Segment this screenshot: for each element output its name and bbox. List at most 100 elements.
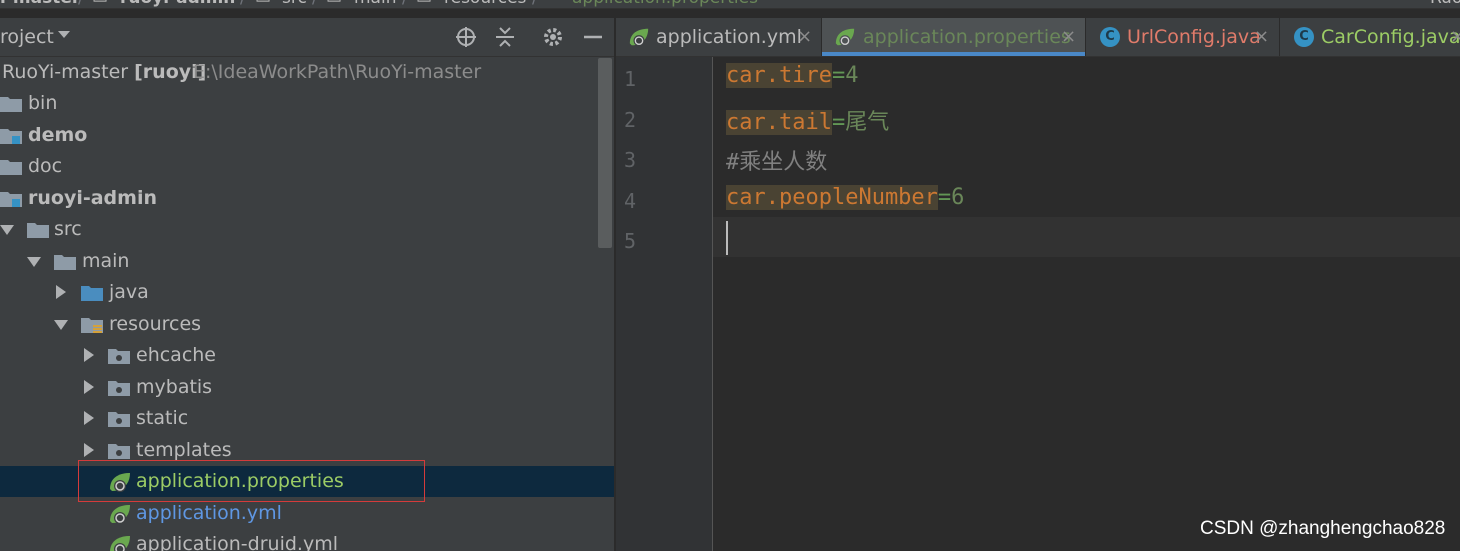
spring-leaf-icon [629, 28, 649, 47]
tree-item-label: doc [28, 155, 63, 177]
tab-carconfig-java[interactable]: C CarConfig.java × [1280, 18, 1460, 56]
breadcrumb-separator: / [402, 0, 408, 8]
breadcrumb-item-resources[interactable]: resources [444, 0, 526, 8]
chevron-down-icon[interactable] [58, 31, 70, 38]
module-folder-icon [0, 192, 22, 207]
tree-item-main[interactable]: main [0, 246, 614, 277]
folder-icon [108, 381, 130, 396]
tree-item-application-druid-yml[interactable]: application-druid.yml [0, 529, 614, 551]
text-cursor [726, 221, 728, 255]
tree-item-doc[interactable]: doc [0, 151, 614, 182]
folder-icon: ▭ [416, 0, 432, 8]
collapse-arrow-icon[interactable] [56, 285, 66, 299]
breadcrumb-separator: / [532, 0, 538, 8]
line-number-gutter: 1 2 3 4 5 [616, 57, 712, 551]
code-editor[interactable]: 1 2 3 4 5 car.tire=4 car.tail=尾气 #乘坐人数 c… [616, 57, 1460, 551]
current-line-highlight [713, 217, 1460, 257]
tree-item-ruoyi-admin[interactable]: ruoyi-admin [0, 183, 614, 214]
folder-icon [108, 444, 130, 459]
close-icon[interactable]: × [797, 26, 812, 47]
breadcrumb-item-src[interactable]: src [282, 0, 307, 8]
gutter-border [712, 57, 713, 551]
tree-item-label: main [82, 250, 130, 272]
tree-item-label: application-druid.yml [136, 533, 338, 551]
class-c-icon: C [1100, 27, 1120, 47]
equals-sign: = [831, 110, 846, 135]
tab-application-yml[interactable]: application.yml × [616, 18, 821, 56]
tree-item-label: src [54, 218, 82, 240]
tree-item-label: ruoyi-admin [28, 187, 157, 209]
expand-arrow-icon[interactable] [27, 257, 41, 267]
breadcrumb-run-config[interactable]: Ruo [1430, 0, 1460, 8]
breadcrumb-item-main[interactable]: main [354, 0, 396, 8]
tree-item-static[interactable]: static [0, 403, 614, 434]
line-number: 1 [624, 67, 637, 91]
target-icon[interactable] [454, 25, 478, 49]
breadcrumb-item-file[interactable]: application.properties [572, 0, 758, 8]
property-key: car.tire [726, 63, 832, 88]
equals-sign: = [937, 185, 952, 210]
code-line-2[interactable]: car.tail=尾气 [726, 104, 889, 136]
tree-item-label: application.yml [136, 502, 282, 524]
tree-item-label: ehcache [136, 344, 216, 366]
code-line-4[interactable]: car.peopleNumber=6 [726, 185, 964, 210]
project-panel: roject RuoYi-master [ruoyi] E:\IdeaWorkP… [0, 18, 614, 551]
tree-item-src[interactable]: src [0, 214, 614, 245]
line-number: 4 [624, 189, 637, 213]
folder-icon [108, 349, 130, 364]
code-line-1[interactable]: car.tire=4 [726, 63, 858, 88]
expand-arrow-icon[interactable] [0, 225, 14, 235]
folder-icon: ▭ [326, 0, 342, 8]
class-c-icon: C [1294, 27, 1314, 47]
collapse-arrow-icon[interactable] [84, 348, 94, 362]
code-line-3[interactable]: #乘坐人数 [726, 144, 827, 176]
tab-application-properties[interactable]: application.properties × [822, 18, 1085, 56]
tree-item-project-root[interactable]: RuoYi-master [ruoyi] E:\IdeaWorkPath\Ruo… [0, 57, 614, 88]
watermark: CSDN @zhanghengchao828 [1200, 518, 1446, 539]
vertical-scrollbar[interactable] [598, 58, 612, 248]
property-value: 尾气 [845, 110, 890, 135]
tab-label: application.properties [863, 26, 1071, 48]
breadcrumb-item-project[interactable]: i-master [0, 0, 80, 8]
line-number: 2 [624, 108, 637, 132]
tree-item-application-yml[interactable]: application.yml [0, 498, 614, 529]
gear-icon[interactable] [541, 25, 565, 49]
tree-item-label: RuoYi-master [ruoyi] [2, 61, 207, 83]
property-value: 6 [951, 185, 965, 210]
property-value: 4 [845, 63, 859, 88]
highlight-annotation-box [78, 460, 425, 502]
spring-leaf-icon [110, 505, 130, 524]
equals-sign: = [831, 63, 846, 88]
property-key: car.tail [726, 110, 832, 135]
tree-item-bin[interactable]: bin [0, 88, 614, 119]
tree-item-java[interactable]: java [0, 277, 614, 308]
folder-icon: ▭ [92, 0, 108, 8]
tab-urlconfig-java[interactable]: C UrlConfig.java × [1086, 18, 1279, 56]
tab-label: CarConfig.java [1321, 26, 1460, 48]
expand-arrow-icon[interactable] [54, 320, 68, 330]
tree-item-label: java [109, 281, 149, 303]
project-panel-header: roject [0, 18, 614, 57]
tab-label: UrlConfig.java [1127, 26, 1261, 48]
breadcrumb: i-master / ▭ ruoyi-admin / ▭ src / ▭ mai… [0, 0, 1460, 9]
panel-title[interactable]: roject [0, 26, 54, 48]
tree-item-label: resources [109, 313, 202, 335]
collapse-arrow-icon[interactable] [84, 443, 94, 457]
breadcrumb-item-module[interactable]: ruoyi-admin [120, 0, 235, 8]
close-icon[interactable]: × [1061, 26, 1076, 47]
tree-item-label: bin [28, 92, 58, 114]
tree-item-demo[interactable]: demo [0, 120, 614, 151]
tree-item-ehcache[interactable]: ehcache [0, 340, 614, 371]
minimize-icon[interactable] [581, 25, 605, 49]
collapse-all-icon[interactable] [493, 25, 517, 49]
close-icon[interactable]: × [1254, 26, 1269, 47]
module-folder-icon [0, 129, 22, 144]
close-icon[interactable]: × [1450, 26, 1460, 47]
folder-icon [108, 412, 130, 427]
tree-item-resources[interactable]: resources [0, 309, 614, 340]
tree-item-mybatis[interactable]: mybatis [0, 372, 614, 403]
resources-folder-icon [81, 318, 103, 333]
collapse-arrow-icon[interactable] [84, 380, 94, 394]
comment: #乘坐人数 [726, 150, 828, 175]
collapse-arrow-icon[interactable] [84, 411, 94, 425]
